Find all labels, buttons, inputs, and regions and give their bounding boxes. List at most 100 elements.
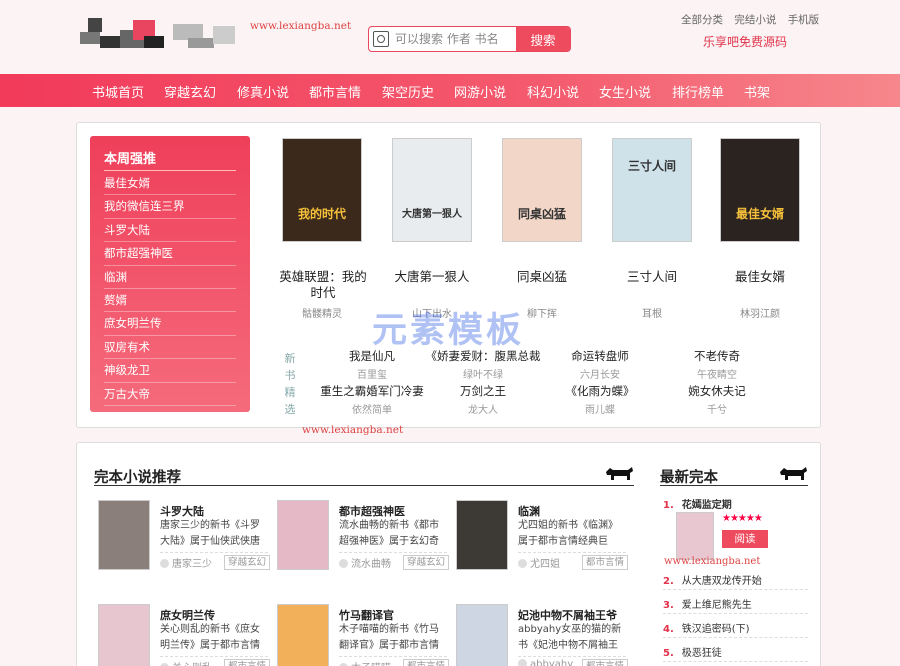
finished-cover[interactable]	[98, 500, 150, 570]
finished-author: 唐家三少	[160, 555, 212, 570]
divider	[104, 170, 236, 171]
weekly-item[interactable]: 庶女明兰传	[104, 312, 236, 336]
latest-item[interactable]: 5. 极恶狂徒	[663, 644, 808, 659]
book-author: 骷髅精灵	[302, 309, 342, 320]
new-tag-char: 新	[284, 352, 296, 365]
finished-title-link[interactable]: 都市超强神医	[339, 503, 405, 519]
search-button[interactable]: 搜索	[516, 27, 570, 51]
finished-cover[interactable]	[456, 604, 508, 666]
weekly-item[interactable]: 赘婿	[104, 289, 236, 313]
latest-item[interactable]: 4. 铁汉追密码(下)	[663, 620, 808, 635]
nav-xiuzhen[interactable]: 修真小说	[237, 82, 289, 101]
nav-bookshelf[interactable]: 书架	[744, 82, 770, 101]
user-icon	[518, 659, 527, 666]
finished-cover[interactable]	[456, 500, 508, 570]
finished-title-link[interactable]: 斗罗大陆	[160, 503, 204, 519]
category-tag[interactable]: 都市言情	[582, 659, 629, 666]
finished-desc: 唐家三少的新书《斗罗大陆》属于仙侠武侠唐门外门	[160, 520, 260, 547]
category-tag[interactable]: 都市言情	[224, 659, 271, 666]
new-book-title[interactable]: 《化雨为蝶》	[538, 383, 662, 399]
weekly-item[interactable]: 临渊	[104, 266, 236, 289]
new-book-title[interactable]: 不老传奇	[655, 348, 779, 364]
link-all-categories[interactable]: 全部分类	[681, 14, 723, 26]
category-tag[interactable]: 都市言情	[582, 555, 629, 570]
finished-author: 流水曲畅	[339, 555, 391, 570]
finished-cover[interactable]	[98, 604, 150, 666]
nav-home[interactable]: 书城首页	[92, 82, 144, 101]
weekly-item[interactable]: 最佳女婿	[104, 172, 236, 196]
cover-text: 最佳女婿	[735, 207, 784, 221]
finished-cover[interactable]	[277, 500, 329, 570]
new-tag-char: 精	[284, 386, 296, 399]
new-book-author: 龙大人	[468, 405, 498, 416]
finished-desc: 木子喵喵的新书《竹马翻译官》属于都市言情竹马翻译	[339, 624, 439, 651]
latest-top-title: 花嫣监定期	[681, 500, 732, 511]
bull-icon	[606, 467, 633, 480]
finished-author: 关心则乱	[160, 659, 212, 666]
search-icon	[373, 31, 389, 47]
book-cover[interactable]: 最佳女婿	[720, 138, 800, 242]
link-mobile[interactable]: 手机版	[788, 14, 820, 26]
book-cover[interactable]: 三寸人间	[612, 138, 692, 242]
top-links: 全部分类 完结小说 手机版	[681, 12, 827, 27]
book-cover[interactable]: 同桌凶猛	[502, 138, 582, 242]
finished-title-link[interactable]: 临渊	[518, 503, 540, 519]
latest-item[interactable]: 2. 从大唐双龙传开始	[663, 572, 808, 587]
search-bar: 搜索	[368, 26, 571, 52]
category-tag[interactable]: 穿越玄幻	[403, 555, 450, 570]
weekly-item[interactable]: 我的微信连三界	[104, 195, 236, 219]
site-logo[interactable]	[78, 14, 243, 54]
author-name: 唐家三少	[172, 559, 212, 570]
weekly-item[interactable]: 驭房有术	[104, 336, 236, 360]
main-nav: 书城首页 穿越玄幻 修真小说 都市言情 架空历史 网游小说 科幻小说 女生小说 …	[0, 74, 900, 107]
latest-item[interactable]: 3. 爱上维尼熊先生	[663, 596, 808, 611]
nav-history[interactable]: 架空历史	[382, 82, 434, 101]
new-book-title[interactable]: 万剑之王	[421, 383, 545, 399]
finished-title-link[interactable]: 庶女明兰传	[160, 607, 215, 623]
finished-title-link[interactable]: 竹马翻译官	[339, 607, 394, 623]
read-button[interactable]: 阅读	[722, 530, 768, 548]
bull-icon	[780, 467, 807, 480]
nav-scifi[interactable]: 科幻小说	[527, 82, 579, 101]
book-title[interactable]: 英雄联盟：我的时代	[278, 269, 368, 301]
category-tag[interactable]: 都市言情	[403, 659, 450, 666]
new-book-author: 千兮	[707, 405, 727, 416]
link-finished-novels[interactable]: 完结小说	[734, 14, 776, 26]
weekly-title: 本周强推	[104, 152, 157, 167]
weekly-item[interactable]: 都市超强神医	[104, 242, 236, 266]
new-book-title[interactable]: 重生之霸婚军门冷妻	[310, 383, 434, 399]
new-tag-char: 书	[284, 369, 296, 382]
new-book-title[interactable]: 婉女休夫记	[655, 383, 779, 399]
book-cover[interactable]: 我的时代	[282, 138, 362, 242]
book-title[interactable]: 最佳女婿	[710, 269, 810, 285]
nav-fantasy[interactable]: 穿越玄幻	[164, 82, 216, 101]
nav-urban[interactable]: 都市言情	[309, 82, 361, 101]
nav-ranking[interactable]: 排行榜单	[672, 82, 724, 101]
latest-item-title: 铁汉追密码(下)	[681, 624, 750, 635]
book-title[interactable]: 大唐第一狠人	[382, 269, 482, 285]
search-input[interactable]	[393, 27, 519, 51]
weekly-item[interactable]: 万古大帝	[104, 383, 236, 406]
new-book-author: 绿叶不绿	[463, 370, 503, 381]
divider	[663, 661, 808, 662]
nav-female[interactable]: 女生小说	[599, 82, 651, 101]
finished-desc: 关心则乱的新书《庶女明兰传》属于都市言情庶女明兰	[160, 624, 260, 651]
divider	[339, 552, 447, 553]
finished-cover[interactable]	[277, 604, 329, 666]
weekly-item[interactable]: 神级龙卫	[104, 359, 236, 383]
finished-title-link[interactable]: 妃池中物不屑袖王爷	[518, 607, 617, 623]
nav-game[interactable]: 网游小说	[454, 82, 506, 101]
site-url: www.lexiangba.net	[250, 20, 352, 32]
weekly-item[interactable]: 斗罗大陆	[104, 219, 236, 243]
category-tag[interactable]: 穿越玄幻	[224, 555, 271, 570]
user-icon	[339, 559, 348, 568]
finished-author: 尤四姐	[518, 555, 560, 570]
book-title[interactable]: 三寸人间	[602, 269, 702, 285]
latest-top-item[interactable]: 1. 花嫣监定期	[663, 496, 808, 511]
cover-text: 同桌凶猛	[517, 207, 566, 221]
new-book-title[interactable]: 命运转盘师	[538, 348, 662, 364]
book-title[interactable]: 同桌凶猛	[492, 269, 592, 285]
latest-top-cover[interactable]	[676, 512, 714, 560]
slogan[interactable]: 乐享吧免费源码	[703, 33, 787, 50]
book-cover[interactable]: 大唐第一狠人	[392, 138, 472, 242]
